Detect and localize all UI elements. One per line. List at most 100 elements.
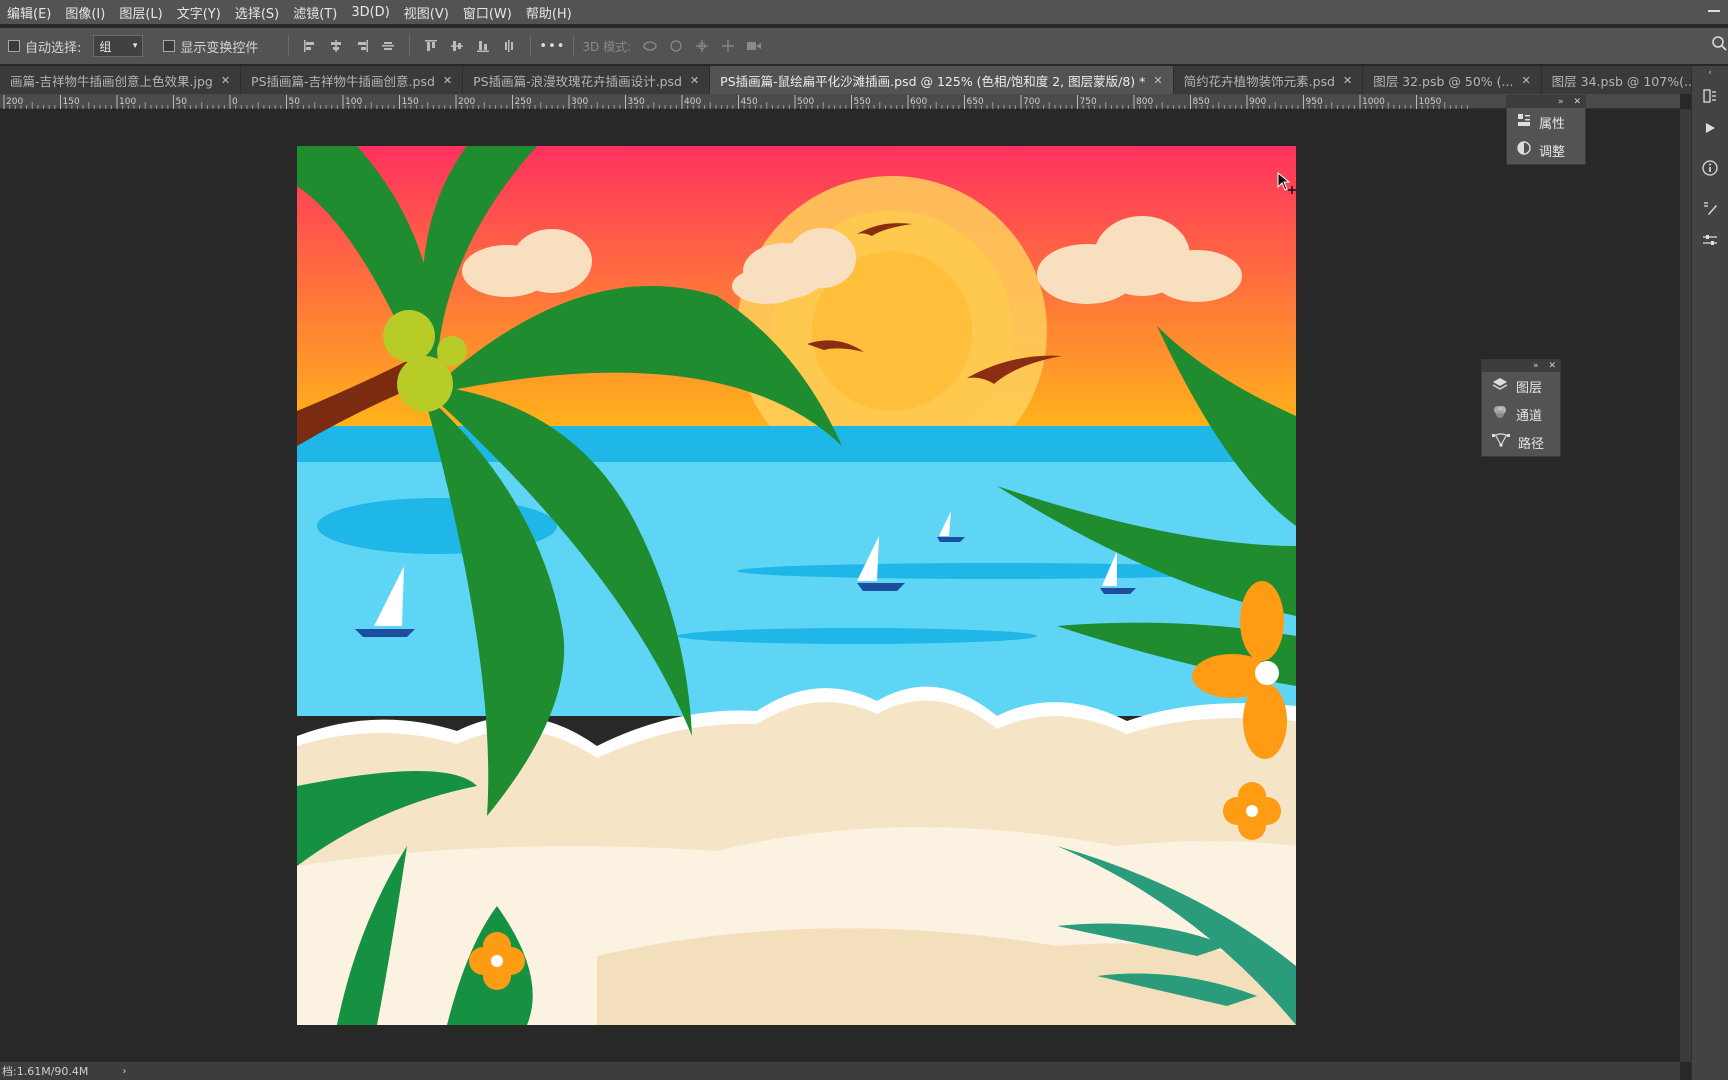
adjustment-sliders-icon[interactable] [1692, 224, 1728, 256]
menu-item[interactable]: 帮助(H) [519, 3, 579, 22]
ruler-label: 700 [1023, 97, 1040, 107]
channels-icon [1492, 405, 1508, 423]
info-icon[interactable] [1692, 152, 1728, 184]
play-icon[interactable] [1692, 112, 1728, 144]
panel-item-paths[interactable]: 路径 [1482, 428, 1560, 456]
scale-3d-icon[interactable] [743, 35, 765, 57]
auto-select-label: 自动选择: [25, 40, 82, 56]
status-bar: 档:1.61M/90.4M › [0, 1062, 1680, 1080]
tab-label: 画篇-吉祥物牛插画创意上色效果.jpg [10, 73, 213, 89]
beach-illustration[interactable] [297, 146, 1296, 1025]
search-icon[interactable] [1712, 36, 1728, 56]
properties-icon [1517, 113, 1531, 131]
panel-item-properties[interactable]: 属性 [1507, 108, 1585, 136]
document-tab[interactable]: 图层 32.psb @ 50% (... ✕ [1363, 66, 1542, 94]
align-middle-v-icon[interactable] [446, 35, 468, 57]
horizontal-ruler: 200 150 100 50 0 50 100 150 200 250 300 350 400 450 50… [0, 94, 1680, 109]
history-icon[interactable] [1692, 80, 1728, 112]
panel-header: » ✕ [1507, 96, 1585, 108]
panel-item-channels[interactable]: 通道 [1482, 400, 1560, 428]
ruler-label: 100 [345, 97, 362, 107]
menu-item[interactable]: 选择(S) [228, 3, 286, 22]
close-icon[interactable]: ✕ [221, 74, 230, 87]
ruler-label: 550 [854, 97, 871, 107]
more-options-button[interactable]: ••• [539, 39, 565, 54]
close-icon[interactable]: ✕ [1153, 74, 1162, 87]
panel-item-adjustments[interactable]: 调整 [1507, 136, 1585, 164]
distribute-icon[interactable] [377, 35, 399, 57]
ruler-label: 1050 [1419, 97, 1442, 107]
document-tab-active[interactable]: PS插画篇-鼠绘扁平化沙滩插画.psd @ 125% (色相/饱和度 2, 图层… [710, 66, 1174, 94]
document-tab[interactable]: 简约花卉植物装饰元素.psd ✕ [1173, 66, 1364, 94]
menu-item[interactable]: 滤镜(T) [286, 3, 344, 22]
collapse-icon[interactable]: » [1533, 361, 1539, 371]
document-tab[interactable]: PS插画篇-浪漫玫瑰花卉插画设计.psd ✕ [463, 66, 711, 94]
close-icon[interactable]: ✕ [1521, 74, 1530, 87]
menu-item[interactable]: 编辑(E) [0, 3, 58, 22]
align-left-icon[interactable] [299, 35, 321, 57]
ruler-label: 900 [1249, 97, 1266, 107]
menu-bar: 编辑(E) 图像(I) 图层(L) 文字(Y) 选择(S) 滤镜(T) 3D(D) 视图(V)… [0, 0, 1728, 24]
menu-item[interactable]: 图像(I) [58, 3, 112, 22]
menu-item[interactable]: 文字(Y) [170, 3, 228, 22]
document-tab[interactable]: 图层 34.psb @ 107%(...✕ [1541, 66, 1700, 94]
ruler-ticks: 200 150 100 50 0 50 100 150 200 250 300 350 400 450 50… [3, 95, 1468, 109]
status-menu-arrow-icon[interactable]: › [122, 1066, 126, 1077]
document-tab[interactable]: 画篇-吉祥物牛插画创意上色效果.jpg ✕ [0, 66, 242, 94]
mode3d-label: 3D 模式: [582, 39, 632, 54]
auto-select-dropdown[interactable]: 组 ▾ [93, 35, 144, 57]
panel-item-layers[interactable]: 图层 [1482, 372, 1560, 400]
options-bar: 自动选择: 组 ▾ 显示变换控件 ••• 3D 模式: [0, 28, 1728, 64]
close-icon[interactable]: ✕ [690, 74, 699, 87]
panel-item-label: 图层 [1516, 380, 1543, 396]
menu-item[interactable]: 3D(D) [344, 5, 396, 20]
align-center-h-icon[interactable] [325, 35, 347, 57]
window-minimize-icon[interactable] [1708, 10, 1720, 12]
close-icon[interactable]: ✕ [443, 74, 452, 87]
distribute-v-icon[interactable] [498, 35, 520, 57]
align-right-icon[interactable] [351, 35, 373, 57]
beach-artwork [297, 146, 1296, 1025]
tab-label: 简约花卉植物装饰元素.psd [1183, 73, 1335, 89]
paths-icon [1492, 433, 1510, 451]
roll-3d-icon[interactable] [665, 35, 687, 57]
brush-settings-icon[interactable] [1692, 192, 1728, 224]
ruler-label: 850 [1193, 97, 1210, 107]
tab-label: PS插画篇-鼠绘扁平化沙滩插画.psd @ 125% (色相/饱和度 2, 图层… [720, 73, 1146, 89]
panel-item-label: 路径 [1518, 436, 1545, 452]
show-transform-checkbox[interactable] [163, 40, 176, 52]
align-bottom-icon[interactable] [472, 35, 494, 57]
auto-select-checkbox[interactable] [8, 40, 20, 52]
adjustments-icon [1517, 141, 1531, 159]
close-icon[interactable]: ✕ [1548, 361, 1556, 371]
slide-3d-icon[interactable] [717, 35, 739, 57]
document-tabs: 画篇-吉祥物牛插画创意上色效果.jpg ✕ PS插画篇-吉祥物牛插画创意.psd ✕ P… [0, 66, 1700, 94]
ruler-label: 300 [571, 97, 588, 107]
ruler-label: 350 [628, 97, 645, 107]
ruler-label: 150 [402, 97, 419, 107]
chevron-down-icon: ▾ [132, 41, 138, 51]
close-icon[interactable]: ✕ [1573, 97, 1581, 107]
align-top-icon[interactable] [420, 35, 442, 57]
tab-label: 图层 34.psb @ 107%(... [1551, 73, 1696, 89]
orbit-3d-icon[interactable] [639, 35, 661, 57]
panel-item-label: 通道 [1516, 408, 1543, 424]
menu-item[interactable]: 视图(V) [397, 3, 456, 22]
collapse-icon[interactable]: ‹ [1692, 66, 1728, 80]
canvas-area[interactable] [0, 109, 1680, 1062]
panel-header: » ✕ [1482, 360, 1560, 372]
collapse-icon[interactable]: » [1558, 97, 1564, 107]
ruler-label: 800 [1136, 97, 1153, 107]
menu-item[interactable]: 窗口(W) [456, 3, 519, 22]
separator [530, 35, 532, 57]
flower-center [491, 955, 503, 967]
panel-item-label: 调整 [1539, 144, 1566, 160]
ruler-label: 650 [967, 97, 984, 107]
menu-item[interactable]: 图层(L) [112, 3, 169, 22]
document-tab[interactable]: PS插画篇-吉祥物牛插画创意.psd ✕ [241, 66, 464, 94]
ruler-label: 450 [741, 97, 758, 107]
pan-3d-icon[interactable] [691, 35, 713, 57]
right-panel-strip: ‹ [1691, 66, 1728, 1080]
close-icon[interactable]: ✕ [1343, 74, 1352, 87]
ruler-label: 200 [458, 97, 475, 107]
